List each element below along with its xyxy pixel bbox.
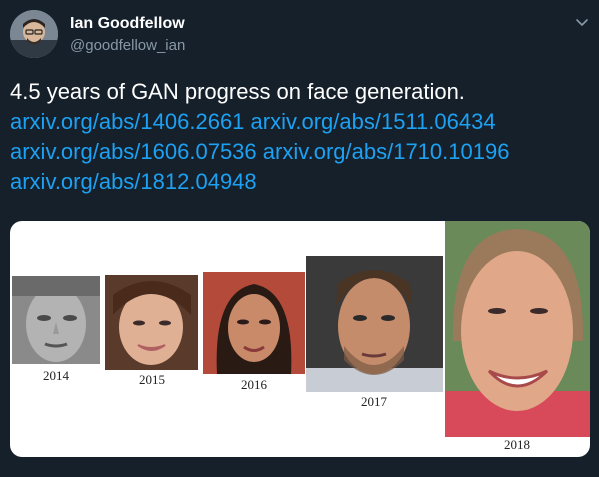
link-arxiv-1812-04948[interactable]: arxiv.org/abs/1812.04948 — [10, 169, 257, 194]
tweet-card[interactable]: Ian Goodfellow @goodfellow_ian 4.5 years… — [0, 0, 599, 477]
year-label-2015: 2015 — [139, 372, 165, 387]
face-image-2014 — [12, 276, 100, 364]
face-image-2018 — [445, 221, 590, 437]
link-arxiv-1406-2661[interactable]: arxiv.org/abs/1406.2661 — [10, 109, 244, 134]
avatar-image — [10, 10, 58, 58]
year-label-2014: 2014 — [43, 368, 69, 383]
year-label-2017: 2017 — [361, 394, 387, 409]
chevron-down-icon[interactable] — [574, 16, 590, 28]
tweet-media[interactable]: 2014 2015 2016 2017 2018 — [10, 221, 590, 457]
tweet-body: 4.5 years of GAN progress on face genera… — [10, 79, 465, 104]
tweet-text: 4.5 years of GAN progress on face genera… — [10, 77, 590, 197]
avatar[interactable] — [10, 10, 58, 58]
year-label-2018: 2018 — [504, 437, 530, 452]
year-label-2016: 2016 — [241, 377, 267, 392]
author-handle[interactable]: @goodfellow_ian — [70, 37, 185, 54]
link-arxiv-1606-07536[interactable]: arxiv.org/abs/1606.07536 — [10, 139, 257, 164]
link-arxiv-1511-06434[interactable]: arxiv.org/abs/1511.06434 — [251, 109, 496, 134]
link-arxiv-1710-10196[interactable]: arxiv.org/abs/1710.10196 — [263, 139, 510, 164]
face-image-2017 — [306, 256, 443, 392]
author-name[interactable]: Ian Goodfellow — [70, 15, 185, 33]
face-image-2016 — [203, 272, 305, 374]
face-image-2015 — [105, 275, 198, 370]
